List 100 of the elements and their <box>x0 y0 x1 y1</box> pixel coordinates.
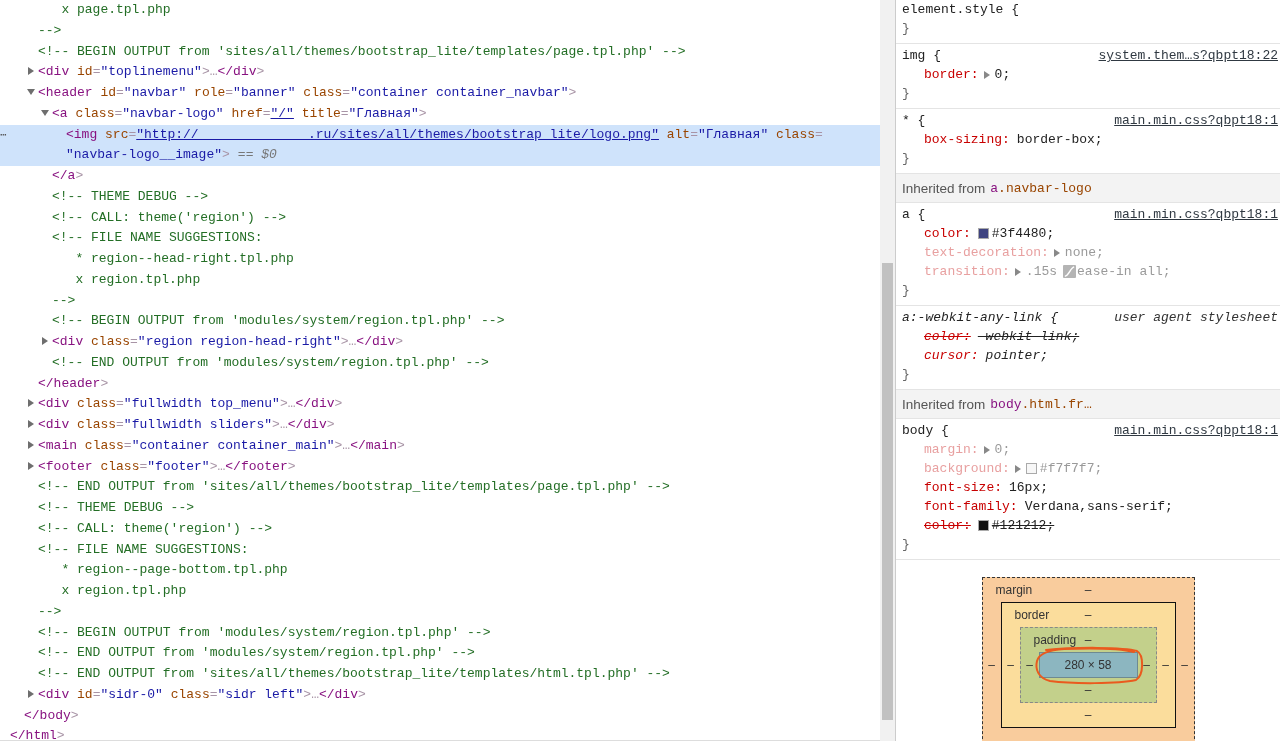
dom-row[interactable]: </a> <box>0 166 880 187</box>
dom-row[interactable]: * region--page-bottom.tpl.php <box>0 560 880 581</box>
dom-row[interactable]: <!-- END OUTPUT from 'modules/system/region.tpl.php' --> <box>0 352 880 374</box>
box-value: – <box>1084 683 1092 697</box>
tag-text: <main class="container container_main">…</main> <box>38 436 405 455</box>
dom-row[interactable]: <div class="fullwidth top_menu">…</div> <box>0 394 880 415</box>
inherited-selector[interactable]: a.navbar-logo <box>990 180 1092 196</box>
property-value[interactable]: #121212; <box>991 516 1055 535</box>
dom-row[interactable]: </body> <box>0 705 880 727</box>
property-value[interactable]: border-box; <box>1016 130 1103 149</box>
box-value: – <box>1084 633 1092 647</box>
property-name[interactable]: border: <box>924 65 979 84</box>
box-label: margin <box>994 583 1033 597</box>
dom-row[interactable]: <!-- CALL: theme('region') --> <box>0 518 880 540</box>
css-selector: element.style { <box>902 1 1020 19</box>
disclosure-triangle-icon[interactable] <box>41 108 49 117</box>
dom-row[interactable]: <!-- THEME DEBUG --> <box>0 186 880 208</box>
dom-row[interactable]: <!-- CALL: theme('region') --> <box>0 207 880 229</box>
comment-text: <!-- BEGIN OUTPUT from 'sites/all/themes/bootstrap_lite/templates/page.tpl.php' --> <box>38 43 686 59</box>
dom-row[interactable]: <div class="fullwidth sliders">…</div> <box>0 415 880 436</box>
comment-text: <!-- END OUTPUT from 'sites/all/themes/bootstrap_lite/templates/html.tpl.php' --> <box>38 666 670 681</box>
dom-row[interactable]: <div class="region region-head-right">…</div> <box>0 332 880 353</box>
dom-row[interactable]: </html> <box>0 726 880 740</box>
comment-text: <!-- END OUTPUT from 'modules/system/region.tpl.php' --> <box>52 354 489 370</box>
property-name[interactable]: font-family: <box>924 497 1018 516</box>
gutter-mark: ⋯ <box>0 127 7 143</box>
box-value: – <box>1084 708 1092 722</box>
property-value[interactable]: Verdana,sans-serif; <box>1024 497 1173 516</box>
expand-triangle-icon[interactable] <box>1014 267 1021 276</box>
inherited-selector[interactable]: body.html.fr… <box>990 396 1092 412</box>
disclosure-triangle-icon[interactable] <box>27 88 35 96</box>
disclosure-triangle-icon[interactable] <box>27 461 35 470</box>
dom-row[interactable]: <!-- BEGIN OUTPUT from 'modules/system/region.tpl.php' --> <box>0 622 880 644</box>
property-name[interactable]: color: <box>924 327 971 346</box>
property-name[interactable]: box-sizing: <box>924 130 1010 149</box>
tag-text: <a class="navbar-logo" href= <box>52 104 271 123</box>
property-value[interactable]: #3f4480; <box>991 224 1055 243</box>
dom-row[interactable]: <main class="container container_main">…</main> <box>0 435 880 457</box>
css-selector: a:-webkit-any-link { <box>902 309 1059 327</box>
dom-row[interactable]: <!-- BEGIN OUTPUT from 'modules/system/region.tpl.php' --> <box>0 311 880 332</box>
property-value[interactable]: pointer; <box>985 346 1049 365</box>
property-name[interactable]: cursor: <box>924 346 979 365</box>
property-name[interactable]: font-size: <box>924 478 1002 497</box>
dom-row[interactable]: ⋯ <img src="http:// .ru/sites/all/themes/bootstrap_lite/logo.png" alt="Главная" class= "navbar-logo__image"> == $0 <box>0 124 880 166</box>
dom-row[interactable]: <footer class="footer">…</footer> <box>0 456 880 478</box>
dom-row[interactable]: <a class="navbar-logo" href="/" title="Главная"> <box>0 103 880 125</box>
disclosure-triangle-icon[interactable] <box>27 420 35 428</box>
tag-text: "http:// .ru/sites/all/themes/bootstrap_lite/logo.png" <box>136 125 659 144</box>
dom-row[interactable]: x region.tpl.php <box>0 581 880 602</box>
disclosure-triangle-icon[interactable] <box>27 689 35 698</box>
box-label: padding <box>1032 633 1077 647</box>
disclosure-triangle-icon[interactable] <box>27 67 35 76</box>
inherited-label: Inherited from <box>902 396 986 412</box>
property-value[interactable]: 0; <box>994 65 1011 84</box>
dom-row[interactable]: x page.tpl.php <box>0 0 880 21</box>
dom-row[interactable]: <!-- END OUTPUT from 'sites/all/themes/bootstrap_lite/templates/html.tpl.php' --> <box>0 664 880 685</box>
comment-text: <!-- BEGIN OUTPUT from 'modules/system/region.tpl.php' --> <box>38 624 491 640</box>
dom-row[interactable]: <!-- BEGIN OUTPUT from 'sites/all/themes/bootstrap_lite/templates/page.tpl.php' --> <box>0 41 880 63</box>
comment-text: <!-- FILE NAME SUGGESTIONS: <box>52 230 263 246</box>
dom-row[interactable]: </header> <box>0 373 880 395</box>
dom-row[interactable]: <div id="sidr-0" class="sidr left">…</div> <box>0 684 880 706</box>
color-swatch[interactable] <box>1025 463 1037 474</box>
dom-row[interactable]: <!-- END OUTPUT from 'sites/all/themes/bootstrap_lite/templates/page.tpl.php' --> <box>0 477 880 498</box>
color-swatch[interactable] <box>977 228 989 239</box>
disclosure-triangle-icon[interactable] <box>27 399 35 408</box>
rule-brace: } <box>902 367 910 382</box>
scrollbar[interactable] <box>880 0 896 741</box>
expand-triangle-icon[interactable] <box>983 70 990 79</box>
box-value: – <box>1180 658 1189 672</box>
property-value[interactable]: 16px; <box>1009 478 1049 497</box>
dom-row[interactable]: <!-- THEME DEBUG --> <box>0 498 880 519</box>
property-name[interactable]: color: <box>924 224 971 243</box>
expand-triangle-icon[interactable] <box>1014 464 1021 473</box>
disclosure-triangle-icon[interactable] <box>27 440 35 449</box>
dom-row[interactable]: <!-- FILE NAME SUGGESTIONS: <box>0 539 880 561</box>
disclosure-triangle-icon[interactable] <box>41 337 49 345</box>
expand-triangle-icon[interactable] <box>1053 248 1060 257</box>
css-selector: img { <box>902 47 941 65</box>
source-link[interactable]: main.min.css?qbpt18:1 <box>1114 205 1278 224</box>
source-link[interactable]: main.min.css?qbpt18:1 <box>1114 111 1278 130</box>
dom-row[interactable]: x region.tpl.php <box>0 269 880 291</box>
dom-row[interactable]: <header id="navbar" role="banner" class="container container_navbar"> <box>0 83 880 104</box>
tag-text: <div class="region region-head-right">…</div> <box>52 333 404 351</box>
dom-row[interactable]: <div id="toplinemenu">…</div> <box>0 62 880 83</box>
box-value: – <box>1025 658 1034 672</box>
source-link[interactable]: main.min.css?qbpt18:1 <box>1114 421 1278 440</box>
dom-row[interactable]: <!-- END OUTPUT from 'modules/system/region.tpl.php' --> <box>0 643 880 664</box>
dom-row[interactable]: --> <box>0 601 880 623</box>
property-value[interactable]: -webkit-link; <box>977 327 1080 346</box>
dom-row[interactable]: <!-- FILE NAME SUGGESTIONS: <box>0 228 880 249</box>
source-link[interactable]: system.them…s?qbpt18:22 <box>1098 46 1278 65</box>
dom-row[interactable]: * region--head-right.tpl.php <box>0 249 880 270</box>
dom-row[interactable]: --> <box>0 290 880 312</box>
color-swatch[interactable] <box>977 520 989 531</box>
tag-text: <img src= <box>66 125 137 144</box>
scrollbar-thumb[interactable] <box>882 263 893 720</box>
dom-row[interactable]: --> <box>0 20 880 42</box>
expand-triangle-icon[interactable] <box>983 445 990 454</box>
property-name[interactable]: color: <box>924 516 971 535</box>
box-value: – <box>1142 658 1151 672</box>
